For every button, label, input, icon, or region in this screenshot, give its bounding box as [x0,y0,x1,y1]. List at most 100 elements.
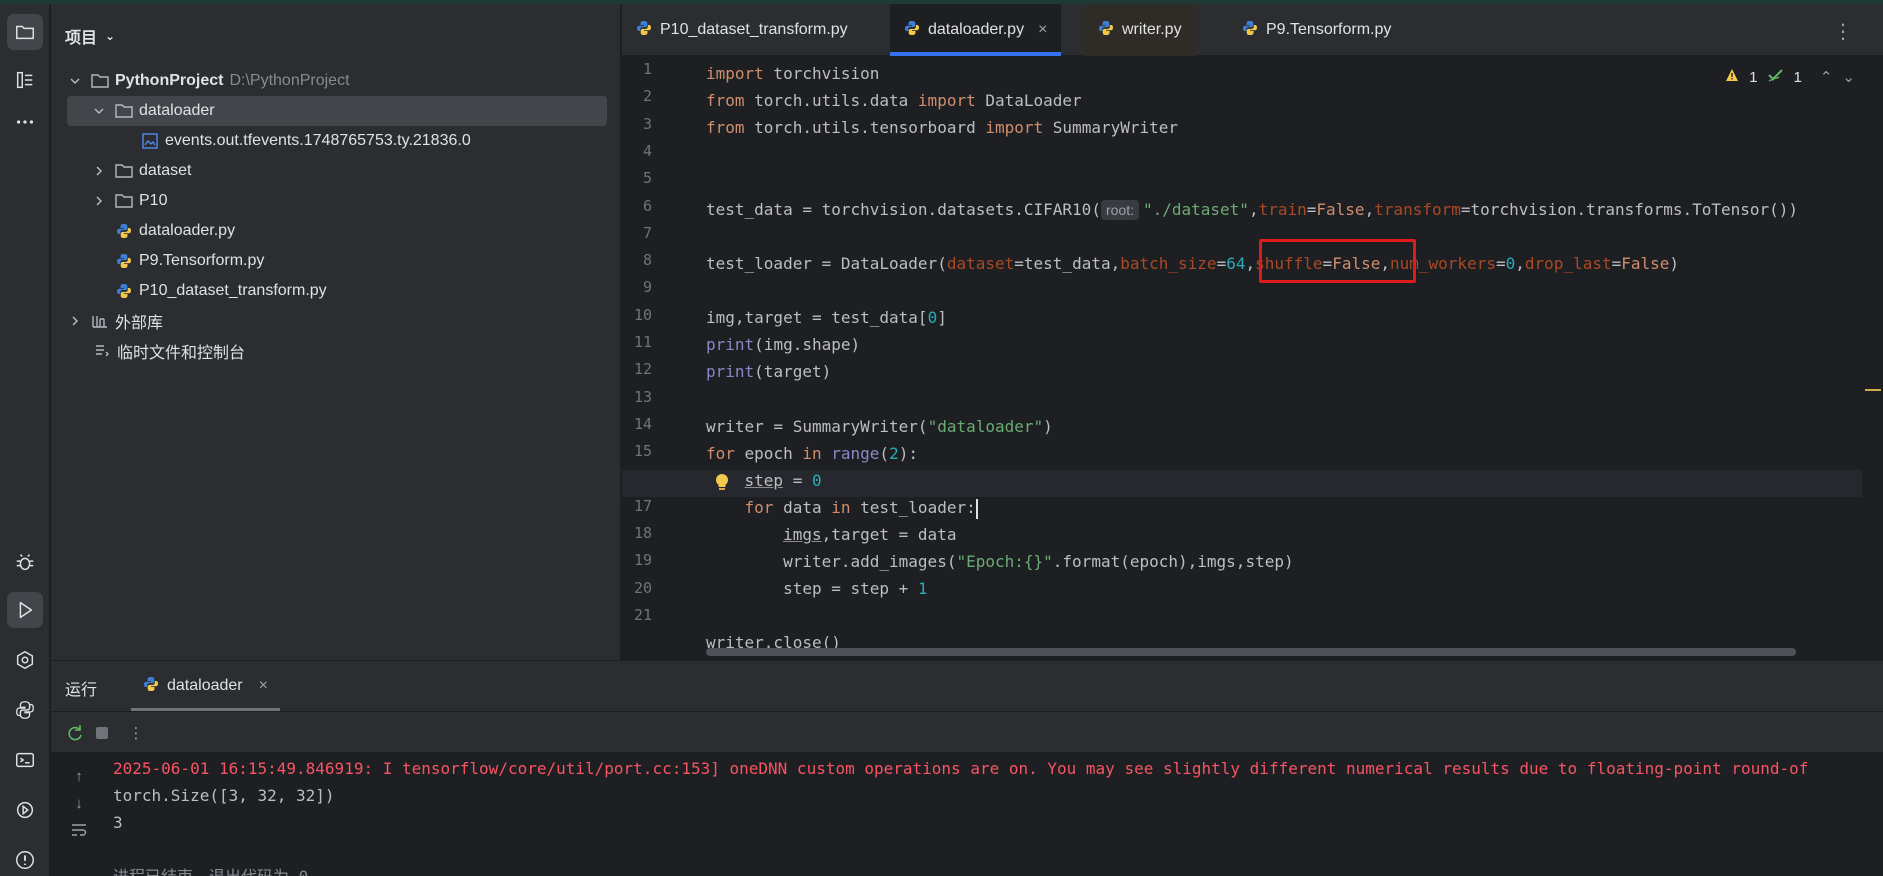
project-header[interactable]: 项目 ⌄ [65,24,115,48]
editor-area: P10_dataset_transform.py dataloader.py ×… [622,4,1883,660]
run-panel: 运行 dataloader × ⋮ ↑ ↓ 2025-06-01 16:15:4… [51,660,1883,876]
folder-icon [115,162,133,180]
highlight-box [1259,239,1416,283]
arrow-up-icon[interactable]: ↑ [68,765,90,787]
tree-item-scratches[interactable]: 临时文件和控制台 [51,336,621,366]
python-console-button[interactable] [7,692,43,728]
tree-item-dataset-folder[interactable]: dataset [51,156,621,186]
chevron-up-icon[interactable]: ⌃ [1820,68,1833,86]
tab-label: P9.Tensorform.py [1266,21,1392,38]
line-number: 10 [633,305,652,324]
tree-item-p9-py[interactable]: P9.Tensorform.py [51,246,621,276]
vertical-scrollbar[interactable] [1865,88,1877,648]
line-number: 17 [633,496,652,515]
code-view[interactable]: import torchvision from torch.utils.data… [622,56,1866,656]
alert-circle-icon [16,851,34,869]
console-line: 3 [113,813,123,832]
python-packages-button[interactable] [7,792,43,828]
chevron-down-icon[interactable] [67,73,83,89]
python-file-icon [115,252,133,270]
line-gutter: 123456789101112131415161718192021 [622,56,688,660]
tree-label: P10_dataset_transform.py [139,282,327,299]
run-tab-dataloader[interactable]: dataloader × [131,661,280,711]
close-icon[interactable]: × [259,677,268,695]
debug-tool-button[interactable] [7,544,43,580]
python-file-icon [904,20,920,41]
tree-item-p10-py[interactable]: P10_dataset_transform.py [51,276,621,306]
scroll-marker [1865,389,1881,391]
tab-dataloader[interactable]: dataloader.py × [890,4,1062,56]
code-line: from torch.utils.tensorboard import Summ… [706,118,1179,137]
more-vertical-icon[interactable]: ⋮ [125,722,147,744]
weak-warning-icon [1767,68,1784,86]
tree-label: 临时文件和控制台 [117,345,246,362]
console-output[interactable]: 2025-06-01 16:15:49.846919: I tensorflow… [113,753,1883,876]
tab-label: dataloader.py [928,21,1025,38]
python-file-icon [1098,20,1114,41]
horizontal-scrollbar[interactable] [706,648,1796,656]
more-horizontal-icon [16,120,34,124]
stop-icon[interactable] [91,722,113,744]
project-panel: 项目 ⌄ PythonProject D:\PythonProject data… [51,4,621,660]
arrow-down-icon[interactable]: ↓ [68,792,90,814]
tree-item-external-libraries[interactable]: 外部库 [51,306,621,336]
tree-item-pythonproject[interactable]: PythonProject D:\PythonProject [51,66,621,96]
line-number: 3 [642,114,652,133]
library-icon [91,312,109,330]
services-tool-button[interactable] [7,642,43,678]
bug-icon [16,554,34,571]
soft-wrap-icon[interactable] [68,819,90,841]
warning-count: 1 [1749,68,1758,86]
code-line: imgs,target = data [783,525,957,544]
line-number: 9 [642,278,652,297]
line-number: 4 [642,141,652,160]
code-line: writer.add_images("Epoch:{}".format(epoc… [706,552,1294,571]
folder-icon [91,72,109,90]
structure-tool-button[interactable] [7,62,43,98]
line-number: 6 [642,196,652,215]
chevron-right-icon[interactable] [91,163,107,179]
text-caret [975,498,978,519]
packages-icon [16,801,34,819]
tree-label: dataloader.py [139,222,236,239]
line-number: 12 [633,360,652,379]
line-number: 2 [642,87,652,106]
console-line: 2025-06-01 16:15:49.846919: I tensorflow… [113,759,1809,778]
tree-item-events-file[interactable]: events.out.tfevents.1748765753.ty.21836.… [51,126,621,156]
tree-label: PythonProject [115,72,224,89]
rerun-icon[interactable] [64,722,86,744]
python-icon [16,701,34,719]
tab-p9-tensorform[interactable]: P9.Tensorform.py [1228,4,1405,56]
console-line: 进程已结束，退出代码为 0 [113,863,308,876]
more-tools-button[interactable] [7,104,43,140]
lightbulb-icon[interactable] [714,473,730,497]
tab-writer[interactable]: writer.py [1084,4,1196,56]
line-number: 19 [633,551,652,570]
scratches-icon [93,342,111,360]
code-line: step = step + 1 [706,579,928,598]
terminal-button[interactable] [7,742,43,778]
chevron-right-icon[interactable] [91,193,107,209]
chevron-down-icon[interactable]: ⌄ [1842,68,1855,86]
python-file-icon [115,282,133,300]
chevron-down-icon[interactable] [91,103,107,119]
project-tool-button[interactable] [7,14,43,50]
inspection-widget[interactable]: 1 1 ⌃ ⌄ [1725,68,1855,86]
problems-button[interactable] [7,842,43,876]
run-tab-label: dataloader [167,677,243,694]
tree-item-dataloader-folder[interactable]: dataloader [67,96,607,126]
chevron-right-icon[interactable] [67,313,83,329]
run-panel-title: 运行 [65,682,98,699]
tree-label: events.out.tfevents.1748765753.ty.21836.… [165,132,471,149]
tree-item-p10-folder[interactable]: P10 [51,186,621,216]
tree-item-dataloader-py[interactable]: dataloader.py [51,216,621,246]
python-file-icon [1242,20,1258,41]
console-line: torch.Size([3, 32, 32]) [113,786,335,805]
tab-p10-dataset-transform[interactable]: P10_dataset_transform.py [622,4,862,56]
tree-label: dataloader [139,102,215,119]
run-tool-button[interactable] [7,592,43,628]
code-line: test_data = torchvision.datasets.CIFAR10… [706,200,1799,220]
close-icon[interactable]: × [1038,21,1047,39]
tab-more-icon[interactable]: ⋮ [1833,19,1853,44]
code-line: img,target = test_data[0] [706,308,947,327]
